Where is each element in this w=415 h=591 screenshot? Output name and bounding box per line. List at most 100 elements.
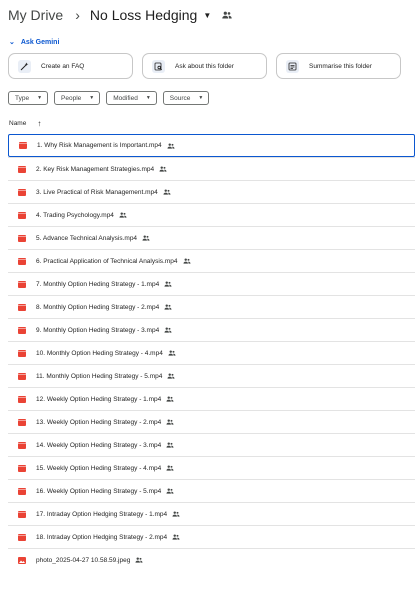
shared-icon <box>172 534 180 540</box>
summarise-folder-label: Summarise this folder <box>309 62 372 70</box>
current-folder-button[interactable]: No Loss Hedging ▼ <box>90 7 211 23</box>
file-row[interactable]: 7. Monthly Option Heding Strategy - 1.mp… <box>8 272 415 295</box>
file-row[interactable]: 4. Trading Psychology.mp4 <box>8 203 415 226</box>
ask-gemini-toggle[interactable]: ⌄ Ask Gemini <box>9 36 59 48</box>
shared-icon <box>166 488 174 494</box>
video-file-icon <box>18 326 26 334</box>
shared-icon <box>167 142 175 149</box>
shared-folder-icon[interactable] <box>222 11 232 19</box>
file-row[interactable]: 17. Intraday Option Hedging Strategy - 1… <box>8 502 415 525</box>
shared-icon <box>164 327 172 333</box>
file-row[interactable]: 10. Monthly Option Heding Strategy - 4.m… <box>8 341 415 364</box>
document-summary-icon <box>286 59 299 73</box>
file-name: 2. Key Risk Management Strategies.mp4 <box>36 165 155 173</box>
breadcrumb-my-drive[interactable]: My Drive <box>8 7 63 23</box>
video-file-icon <box>18 487 26 495</box>
file-name: 17. Intraday Option Hedging Strategy - 1… <box>36 510 168 518</box>
summarise-folder-button[interactable]: Summarise this folder <box>276 53 401 79</box>
file-row[interactable]: 5. Advance Technical Analysis.mp4 <box>8 226 415 249</box>
file-name: 10. Monthly Option Heding Strategy - 4.m… <box>36 349 163 357</box>
chevron-down-icon: ⌄ <box>9 39 15 46</box>
sort-arrow-up-icon[interactable]: ↑ <box>37 119 41 128</box>
file-row[interactable]: 1. Why Risk Management is Important.mp4 <box>8 134 415 157</box>
name-column-label: Name <box>9 119 27 127</box>
file-name: 7. Monthly Option Heding Strategy - 1.mp… <box>36 280 160 288</box>
video-file-icon <box>18 165 26 173</box>
file-row[interactable]: 9. Monthly Option Heding Strategy - 3.mp… <box>8 318 415 341</box>
file-row[interactable]: 2. Key Risk Management Strategies.mp4 <box>8 157 415 180</box>
ask-about-folder-button[interactable]: Ask about this folder <box>142 53 267 79</box>
source-filter[interactable]: Source ▼ <box>162 91 210 105</box>
shared-icon <box>164 281 172 287</box>
file-row[interactable]: 13. Weekly Option Heding Strategy - 2.mp… <box>8 410 415 433</box>
file-name: 16. Weekly Option Heding Strategy - 5.mp… <box>36 487 162 495</box>
file-row[interactable]: 14. Weekly Option Heding Strategy - 3.mp… <box>8 433 415 456</box>
ask-gemini-label: Ask Gemini <box>20 38 60 46</box>
file-row[interactable]: 12. Weekly Option Heding Strategy - 1.mp… <box>8 387 415 410</box>
type-filter-label: Type <box>15 94 30 102</box>
shared-icon <box>135 557 143 563</box>
shared-icon <box>172 511 180 517</box>
video-file-icon <box>18 533 26 541</box>
file-row[interactable]: 3. Live Practical of Risk Management.mp4 <box>8 180 415 203</box>
video-file-icon <box>18 395 26 403</box>
filter-bar: Type ▼ People ▼ Modified ▼ Source ▼ <box>8 91 210 105</box>
file-name: 13. Weekly Option Heding Strategy - 2.mp… <box>36 418 162 426</box>
file-name: 8. Monthly Option Heding Strategy - 2.mp… <box>36 303 160 311</box>
shared-icon <box>159 166 167 172</box>
video-file-icon <box>18 464 26 472</box>
people-filter-label: People <box>61 94 82 102</box>
file-row[interactable]: 6. Practical Application of Technical An… <box>8 249 415 272</box>
file-name: 14. Weekly Option Heding Strategy - 3.mp… <box>36 441 162 449</box>
file-row[interactable]: 16. Weekly Option Heding Strategy - 5.mp… <box>8 479 415 502</box>
dropdown-arrow-icon: ▼ <box>37 95 43 101</box>
file-name: 9. Monthly Option Heding Strategy - 3.mp… <box>36 326 160 334</box>
file-row[interactable]: 11. Monthly Option Heding Strategy - 5.m… <box>8 364 415 387</box>
video-file-icon <box>18 349 26 357</box>
file-row[interactable]: photo_2025-04-27 10.58.59.jpeg <box>8 548 415 571</box>
shared-icon <box>167 373 175 379</box>
dropdown-arrow-icon: ▼ <box>198 95 204 101</box>
file-name: 4. Trading Psychology.mp4 <box>36 211 114 219</box>
document-search-icon <box>152 59 165 73</box>
ask-about-folder-label: Ask about this folder <box>175 62 234 70</box>
video-file-icon <box>18 257 26 265</box>
video-file-icon <box>18 211 26 219</box>
shared-icon <box>182 258 191 264</box>
video-file-icon <box>18 234 26 242</box>
shared-icon <box>168 350 176 356</box>
video-file-icon <box>18 188 26 196</box>
video-file-icon <box>18 303 26 311</box>
source-filter-label: Source <box>169 94 191 102</box>
current-folder-name: No Loss Hedging <box>89 7 198 23</box>
video-file-icon <box>18 372 26 380</box>
video-file-icon <box>18 441 26 449</box>
modified-filter-label: Modified <box>113 94 138 102</box>
people-filter[interactable]: People ▼ <box>54 91 101 105</box>
shared-icon <box>163 189 171 195</box>
video-file-icon <box>18 418 26 426</box>
breadcrumb-separator: › <box>75 7 80 23</box>
shared-icon <box>166 396 174 402</box>
caret-down-icon: ▼ <box>203 10 212 20</box>
type-filter[interactable]: Type ▼ <box>8 91 49 105</box>
create-faq-button[interactable]: Create an FAQ <box>8 53 133 79</box>
video-file-icon <box>18 280 26 288</box>
file-name: photo_2025-04-27 10.58.59.jpeg <box>36 556 131 564</box>
shared-icon <box>166 419 174 425</box>
file-row[interactable]: 8. Monthly Option Heding Strategy - 2.mp… <box>8 295 415 318</box>
file-name: 1. Why Risk Management is Important.mp4 <box>37 142 162 149</box>
file-name: 5. Advance Technical Analysis.mp4 <box>36 234 138 242</box>
create-faq-label: Create an FAQ <box>41 62 85 70</box>
file-name: 18. Intraday Option Hedging Strategy - 2… <box>36 533 168 541</box>
shared-icon <box>142 235 150 241</box>
dropdown-arrow-icon: ▼ <box>89 95 95 101</box>
name-column-header[interactable]: Name ↑ <box>9 118 41 128</box>
shared-icon <box>166 465 174 471</box>
modified-filter[interactable]: Modified ▼ <box>106 91 157 105</box>
magic-pen-icon <box>18 59 31 73</box>
file-row[interactable]: 15. Weekly Option Heding Strategy - 4.mp… <box>8 456 415 479</box>
gemini-suggestions: Create an FAQ Ask about this folder Summ… <box>8 53 401 79</box>
video-file-icon <box>18 510 26 518</box>
file-row[interactable]: 18. Intraday Option Hedging Strategy - 2… <box>8 525 415 548</box>
